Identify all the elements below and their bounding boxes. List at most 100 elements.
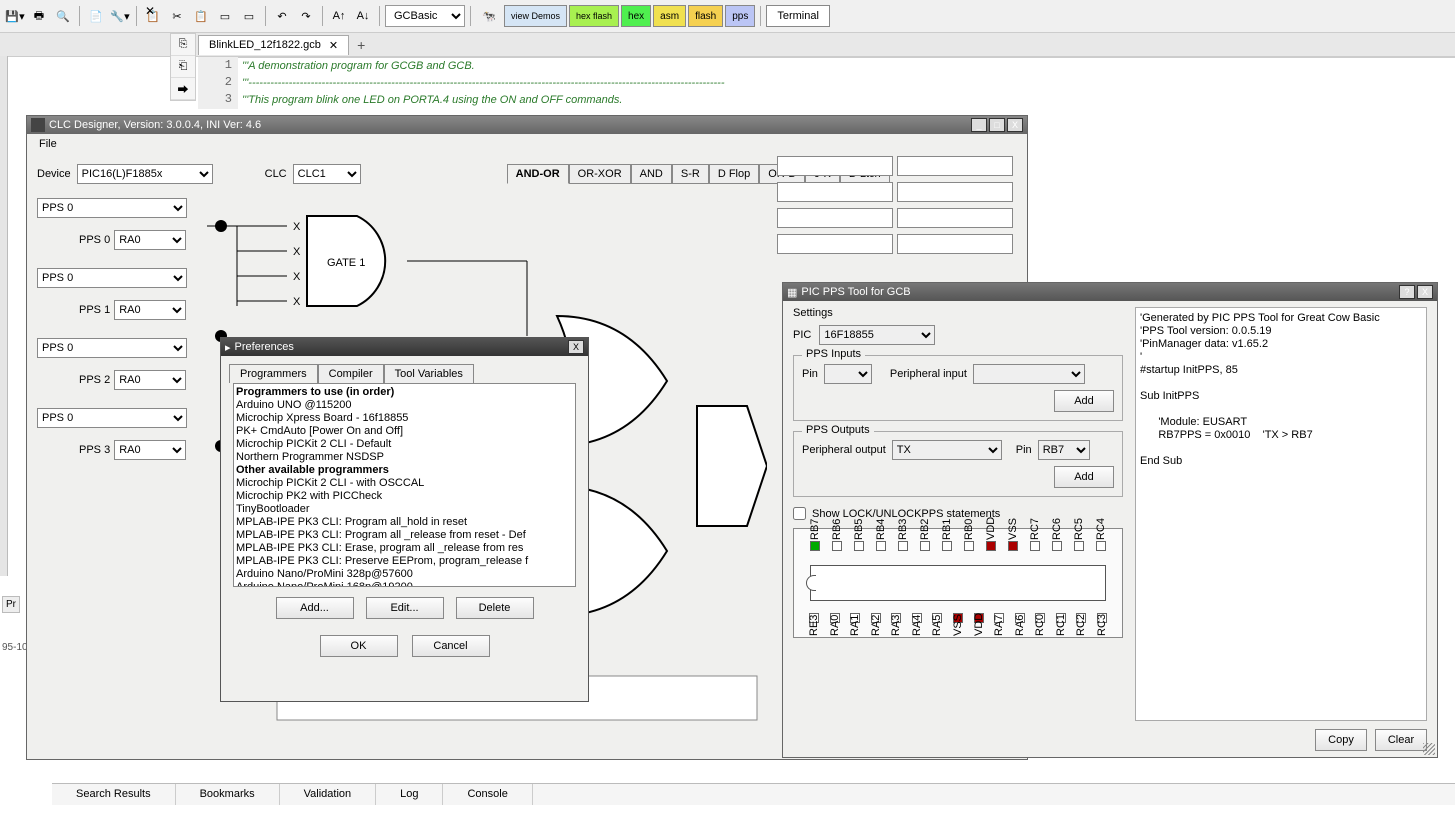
pref-ok-button[interactable]: OK xyxy=(320,635,398,657)
pps-out-periph-select[interactable]: TX xyxy=(892,440,1002,460)
bottom-tab-search[interactable]: Search Results xyxy=(52,784,176,805)
undo-button[interactable]: ↶ xyxy=(271,5,293,27)
chip-pin-RB6[interactable] xyxy=(832,541,842,551)
bottom-tab-validation[interactable]: Validation xyxy=(280,784,377,805)
bottom-tab-console[interactable]: Console xyxy=(443,784,532,805)
terminal-button[interactable]: Terminal xyxy=(766,5,830,27)
font-inc-button[interactable]: A↑ xyxy=(328,5,350,27)
pps-resize-grip[interactable] xyxy=(1423,743,1435,755)
clc-maximize-button[interactable]: □ xyxy=(989,118,1005,132)
clc-tf-2[interactable] xyxy=(777,182,893,202)
pref-tab-compiler[interactable]: Compiler xyxy=(318,364,384,383)
chip-pin-RC5[interactable] xyxy=(1074,541,1084,551)
paste-button[interactable]: 📋 xyxy=(190,5,212,27)
pref-close-button[interactable]: X xyxy=(568,340,584,354)
pps-main-3[interactable]: PPS 0 xyxy=(37,408,187,428)
asm-button[interactable]: asm xyxy=(653,5,686,27)
flash-button[interactable]: flash xyxy=(688,5,723,27)
pps-main-1[interactable]: PPS 0 xyxy=(37,268,187,288)
cow-icon[interactable]: 🐄 xyxy=(476,5,502,27)
binoculars-button[interactable]: 🔍 xyxy=(52,5,74,27)
pps-sub-0[interactable]: RA0 xyxy=(114,230,186,250)
select2-button[interactable]: ▭ xyxy=(238,5,260,27)
clc-close-button[interactable]: X xyxy=(1007,118,1023,132)
clc-tab-and[interactable]: AND xyxy=(631,164,672,184)
chip-pin-RB7[interactable] xyxy=(810,541,820,551)
save-dropdown-button[interactable]: 💾▾ xyxy=(4,5,26,27)
pref-add-button[interactable]: Add... xyxy=(276,597,354,619)
font-dec-button[interactable]: A↓ xyxy=(352,5,374,27)
hex-flash-button[interactable]: hex flash xyxy=(569,5,619,27)
side-icon-1[interactable]: ⎘ xyxy=(171,34,195,56)
chip-pin-RB3[interactable] xyxy=(898,541,908,551)
pref-delete-button[interactable]: Delete xyxy=(456,597,534,619)
pps-code-output[interactable]: 'Generated by PIC PPS Tool for Great Cow… xyxy=(1135,307,1427,721)
pps-out-pin-select[interactable]: RB7 xyxy=(1038,440,1090,460)
bottom-tab-log[interactable]: Log xyxy=(376,784,443,805)
pps-clear-button[interactable]: Clear xyxy=(1375,729,1427,751)
clc-tf-4[interactable] xyxy=(777,208,893,228)
pps-titlebar[interactable]: ▦ PIC PPS Tool for GCB ? X xyxy=(783,283,1437,301)
pps-button[interactable]: pps xyxy=(725,5,755,27)
chip-pin-RB1[interactable] xyxy=(942,541,952,551)
chip-pin-RC4[interactable] xyxy=(1096,541,1106,551)
new-tab-button[interactable]: + xyxy=(357,37,365,53)
pps-main-2[interactable]: PPS 0 xyxy=(37,338,187,358)
clc-tab-dflop[interactable]: D Flop xyxy=(709,164,759,184)
programmers-listbox[interactable]: Programmers to use (in order) Arduino UN… xyxy=(233,383,576,587)
chip-pin-RC6[interactable] xyxy=(1052,541,1062,551)
file-tab[interactable]: BlinkLED_12f1822.gcb ✕ xyxy=(198,35,349,55)
pref-edit-button[interactable]: Edit... xyxy=(366,597,444,619)
chip-pin-RB5[interactable] xyxy=(854,541,864,551)
clc-tab-sr[interactable]: S-R xyxy=(672,164,709,184)
clc-menu-file[interactable]: File xyxy=(39,138,57,150)
left-tab-fragment[interactable]: Pr xyxy=(2,596,20,613)
clc-tf-5[interactable] xyxy=(897,208,1013,228)
clc-tf-1[interactable] xyxy=(897,156,1013,176)
pps-close-button[interactable]: X xyxy=(1417,285,1433,299)
hex-button[interactable]: hex xyxy=(621,5,651,27)
pref-tab-toolvars[interactable]: Tool Variables xyxy=(384,364,474,383)
clc-tf-0[interactable] xyxy=(777,156,893,176)
clc-minimize-button[interactable]: _ xyxy=(971,118,987,132)
pps-sub-2[interactable]: RA0 xyxy=(114,370,186,390)
pps-help-button[interactable]: ? xyxy=(1399,285,1415,299)
pps-in-add-button[interactable]: Add xyxy=(1054,390,1114,412)
chip-pin-VDD[interactable] xyxy=(986,541,996,551)
pref-cancel-button[interactable]: Cancel xyxy=(412,635,490,657)
tool-dropdown-button[interactable]: 🔧▾ xyxy=(109,5,131,27)
clc-tf-3[interactable] xyxy=(897,182,1013,202)
pref-tab-programmers[interactable]: Programmers xyxy=(229,364,318,383)
chip-pin-VSS[interactable] xyxy=(1008,541,1018,551)
view-demos-button[interactable]: view Demos xyxy=(504,5,567,27)
pps-in-pin-select[interactable] xyxy=(824,364,872,384)
side-icon-2[interactable]: ⎗ xyxy=(171,56,195,78)
print-button[interactable]: 🖶 xyxy=(28,5,50,27)
chip-pin-RC7[interactable] xyxy=(1030,541,1040,551)
pref-titlebar[interactable]: ▸ Preferences X xyxy=(221,338,588,356)
pps-in-periph-select[interactable] xyxy=(973,364,1085,384)
device-select[interactable]: PIC16(L)F1885x xyxy=(77,164,213,184)
pps-showlock-checkbox[interactable] xyxy=(793,507,806,520)
doc-button[interactable]: 📄 xyxy=(85,5,107,27)
clc-titlebar[interactable]: CLC Designer, Version: 3.0.0.4, INI Ver:… xyxy=(27,116,1027,134)
redo-button[interactable]: ↷ xyxy=(295,5,317,27)
pps-pic-select[interactable]: 16F18855 xyxy=(819,325,935,345)
clc-tab-and-or[interactable]: AND-OR xyxy=(507,164,569,184)
chip-pin-RB0[interactable] xyxy=(964,541,974,551)
pps-copy-button[interactable]: Copy xyxy=(1315,729,1367,751)
language-dropdown[interactable]: GCBasic xyxy=(385,5,465,27)
pps-sub-1[interactable]: RA0 xyxy=(114,300,186,320)
chip-pin-RB4[interactable] xyxy=(876,541,886,551)
bottom-tab-bookmarks[interactable]: Bookmarks xyxy=(176,784,280,805)
code-editor[interactable]: 123 '''A demonstration program for GCGB … xyxy=(198,57,1455,109)
file-tab-close-icon[interactable]: ✕ xyxy=(329,39,338,52)
pps-sub-3[interactable]: RA0 xyxy=(114,440,186,460)
pps-out-add-button[interactable]: Add xyxy=(1054,466,1114,488)
select-button[interactable]: ▭ xyxy=(214,5,236,27)
panel-close-icon[interactable]: ✕ xyxy=(145,4,155,18)
cut-button[interactable]: ✂ xyxy=(166,5,188,27)
clc-tf-6[interactable] xyxy=(777,234,893,254)
side-icon-3[interactable]: ⮕ xyxy=(171,78,195,100)
clc-tf-7[interactable] xyxy=(897,234,1013,254)
